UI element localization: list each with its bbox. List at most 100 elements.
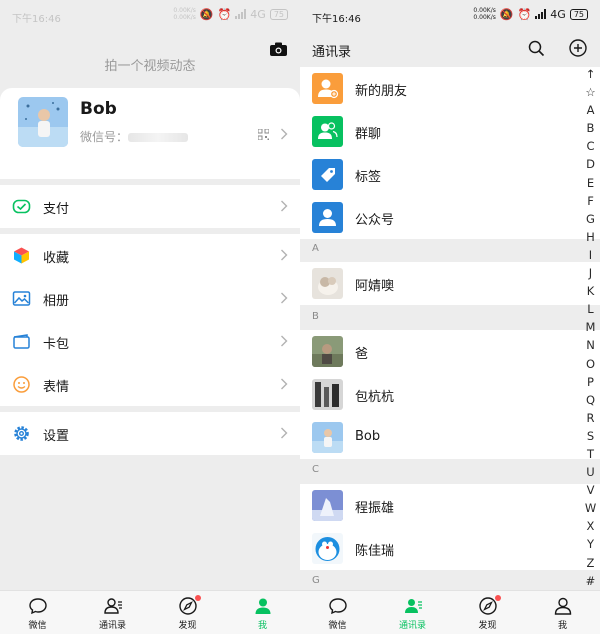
menu-cards[interactable]: 卡包 [0,320,300,363]
group-chats-label: 群聊 [355,127,382,142]
index-letter[interactable]: G [586,210,595,228]
section-header-c: C [300,460,600,482]
tab-chats[interactable]: 微信 [300,591,375,634]
index-letter[interactable]: B [587,119,595,137]
menu-album-label: 相册 [43,294,70,309]
group-chat-icon [312,116,343,147]
index-letter[interactable]: M [586,318,596,336]
chat-bubble-icon [28,598,47,615]
contacts-icon [404,599,422,613]
alarm-icon: ⏰ [217,7,232,21]
tab-me[interactable]: 我 [225,591,300,634]
battery-icon: 75 [569,8,588,20]
moments-hint[interactable]: 拍一个视频动态 [0,55,300,74]
menu-favorites-label: 收藏 [43,251,70,266]
index-letter[interactable]: P [587,373,594,391]
menu-favorites[interactable]: 收藏 [0,234,300,277]
album-icon [12,291,31,306]
contact-avatar [312,533,343,564]
search-icon[interactable] [528,40,545,57]
camera-icon[interactable] [270,42,287,56]
pay-icon [12,199,31,214]
index-letter[interactable]: V [587,481,595,499]
tab-chats[interactable]: 微信 [0,591,75,634]
wechat-id: 微信号： [80,128,189,145]
index-letter[interactable]: J [589,264,592,282]
new-friends-entry[interactable]: 新的朋友 [300,67,600,110]
index-letter[interactable]: C [586,137,594,155]
index-letter[interactable]: Z [587,554,595,572]
index-letter[interactable]: X [587,517,595,535]
chevron-right-icon [281,128,288,140]
gear-icon [14,426,29,441]
index-letter[interactable]: Y [587,535,594,553]
contact-row[interactable]: 包杭杭 [300,373,600,416]
favorites-icon [14,247,29,264]
index-letter[interactable]: # [586,572,596,590]
index-letter[interactable]: R [587,409,595,427]
group-chats-entry[interactable]: 群聊 [300,110,600,153]
contact-row[interactable]: 阿婧噢 [300,262,600,305]
menu-stickers[interactable]: 表情 [0,363,300,406]
tab-contacts[interactable]: 通讯录 [75,591,150,634]
index-letter[interactable]: S [587,427,594,445]
contact-row[interactable]: 爸 [300,330,600,373]
contact-avatar [312,422,343,453]
tab-me[interactable]: 我 [525,591,600,634]
add-circle-icon[interactable] [569,39,587,57]
index-letter[interactable]: A [587,101,595,119]
contact-row[interactable]: 陈佳瑞 [300,527,600,570]
index-letter[interactable]: D [586,155,595,173]
tags-entry[interactable]: 标签 [300,153,600,196]
menu-album[interactable]: 相册 [0,277,300,320]
contact-row[interactable]: Bob [300,416,600,459]
card-wallet-icon [13,334,30,349]
index-letter[interactable]: L [587,300,593,318]
signal-icon [235,9,247,19]
menu-pay[interactable]: 支付 [0,185,300,228]
index-letter[interactable]: E [587,174,594,192]
index-letter[interactable]: Q [586,391,595,409]
tab-contacts[interactable]: 通讯录 [375,591,450,634]
status-bar: 下午16:46 0.00K/s 0.00K/s 🔕 ⏰ 4G 75 [300,0,600,32]
qr-code-icon[interactable] [258,129,269,140]
contact-name: 阿婧噢 [355,279,395,294]
menu-settings[interactable]: 设置 [0,412,300,455]
index-letter[interactable]: U [586,463,594,481]
avatar[interactable] [18,97,68,147]
contact-name: 包杭杭 [355,390,395,405]
index-letter[interactable]: F [587,192,594,210]
profile-name: Bob [80,99,117,119]
mute-icon: 🔕 [499,7,514,21]
chevron-right-icon [281,427,288,439]
status-time: 下午16:46 [12,14,61,25]
person-icon [554,597,571,615]
tab-discover[interactable]: 发现 [150,591,225,634]
index-letter[interactable]: H [586,228,595,246]
chevron-right-icon [281,200,288,212]
tag-icon [312,159,343,190]
contact-row[interactable]: 程振雄 [300,484,600,527]
index-letter[interactable]: T [587,445,594,463]
alphabet-index[interactable]: ↑ ☆ A B C D E F G H I J K L M N O P Q R S T U V W X Y Z # [581,65,600,590]
index-letter[interactable]: O [586,355,595,373]
index-letter[interactable]: W [585,499,596,517]
contact-avatar [312,336,343,367]
tab-discover[interactable]: 发现 [450,591,525,634]
contact-name: 陈佳瑞 [355,544,395,559]
index-letter[interactable]: ☆ [585,83,595,101]
index-letter[interactable]: ↑ [586,65,596,83]
index-letter[interactable]: K [587,282,595,300]
chevron-right-icon [281,249,288,261]
index-letter[interactable]: N [586,336,595,354]
official-accounts-entry[interactable]: 公众号 [300,196,600,239]
alarm-icon: ⏰ [517,7,532,21]
net-speed: 0.00K/s 0.00K/s [473,7,496,21]
contact-avatar [312,490,343,521]
battery-icon: 75 [269,8,288,20]
menu-pay-label: 支付 [43,202,70,217]
index-letter[interactable]: I [589,246,592,264]
section-header-a: A [300,239,600,261]
contacts-screen: 下午16:46 0.00K/s 0.00K/s 🔕 ⏰ 4G 75 通讯录 新的… [300,0,600,634]
contacts-icon [103,598,122,614]
